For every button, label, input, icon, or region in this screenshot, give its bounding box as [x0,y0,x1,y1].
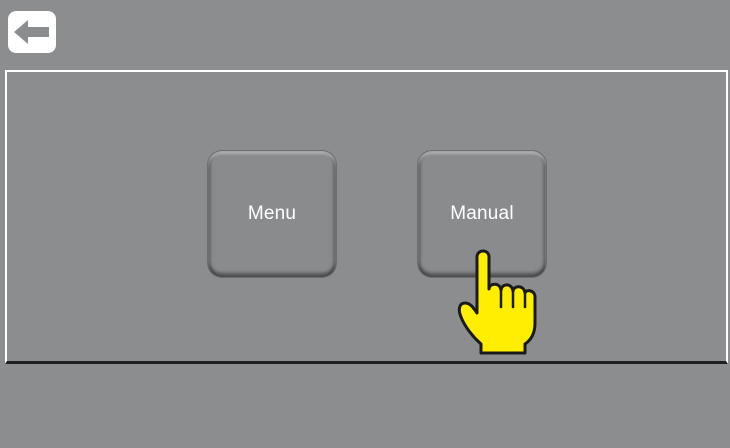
back-button[interactable] [8,11,56,53]
menu-button-label: Menu [247,203,297,224]
bottom-area [0,367,730,448]
menu-button[interactable]: Menu [208,151,336,277]
manual-button[interactable]: Manual [418,151,546,277]
top-bar [0,0,730,70]
manual-button-label: Manual [450,203,514,224]
content-panel [5,70,728,364]
back-arrow-icon [14,20,49,44]
hmi-screen: Menu Manual [0,0,730,448]
